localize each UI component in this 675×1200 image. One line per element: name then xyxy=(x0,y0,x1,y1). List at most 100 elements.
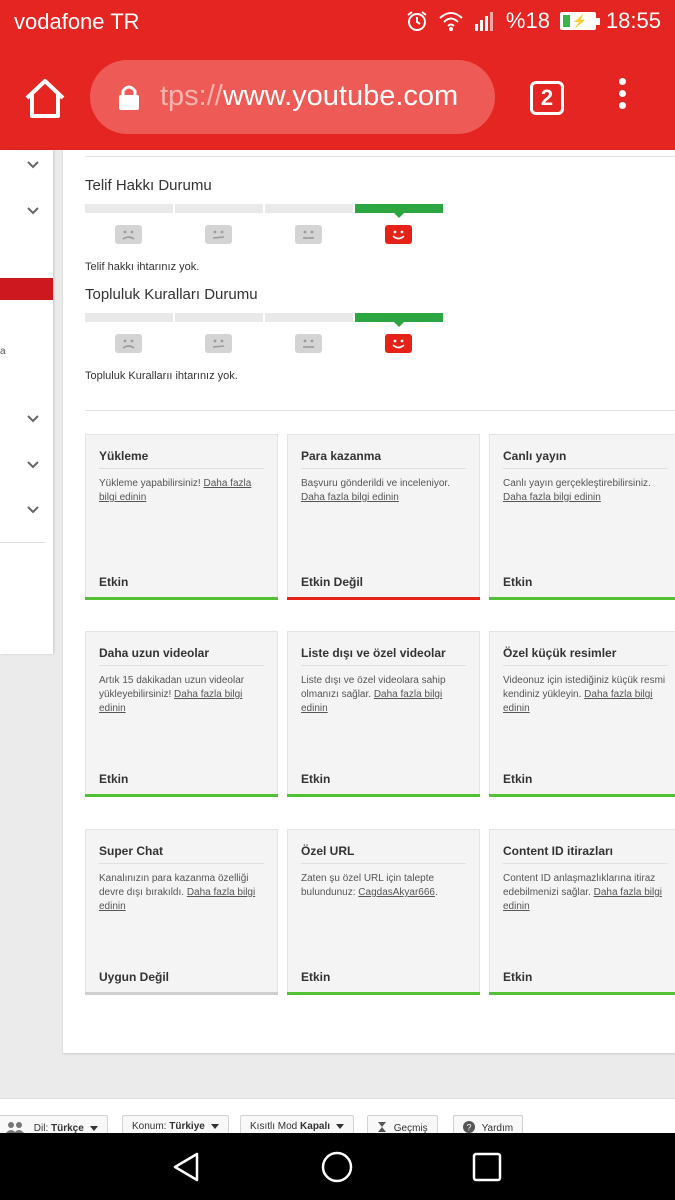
chevron-down-icon[interactable] xyxy=(26,160,40,170)
status-meter-segment xyxy=(175,204,263,213)
feature-description-text: Yükleme yapabilirsiniz! xyxy=(99,478,201,489)
feature-status-bar xyxy=(287,992,480,995)
feature-description: Liste dışı ve özel videolara sahip olman… xyxy=(301,674,469,716)
face-icon xyxy=(295,225,322,244)
learn-more-link[interactable]: Daha fazla bilgi edinin xyxy=(301,492,399,503)
status-bar: vodafone TR %18 ⚡ 18:55 xyxy=(0,0,675,48)
community-status-meter xyxy=(85,313,445,353)
sidebar: a xyxy=(0,150,53,654)
tab-switcher-button[interactable]: 2 xyxy=(530,81,564,115)
feature-status: Etkin xyxy=(301,772,331,786)
status-meter-segment xyxy=(265,204,353,213)
face-icon xyxy=(115,225,142,244)
feature-description-text: Canlı yayın gerçekleştirebilirsiniz. xyxy=(503,478,651,489)
feature-title: Yükleme xyxy=(99,449,149,463)
chevron-down-icon[interactable] xyxy=(26,505,40,515)
sidebar-divider xyxy=(0,542,45,543)
feature-status-bar xyxy=(85,992,278,995)
feature-card: Canlı yayın Canlı yayın gerçekleştirebili… xyxy=(489,434,675,600)
battery-percent: %18 xyxy=(505,8,550,33)
feature-card: Content ID itirazları Content ID anlaşmaz… xyxy=(489,829,675,995)
address-bar[interactable]: tps://www.youtube.com xyxy=(90,60,495,134)
divider xyxy=(503,665,668,666)
copyright-status-note: Telif hakkı ihtarınız yok. xyxy=(85,261,200,273)
feature-title: Para kazanma xyxy=(301,449,382,463)
feature-status-bar xyxy=(489,794,675,797)
sidebar-item-active[interactable] xyxy=(0,278,53,300)
feature-card: Yükleme Yükleme yapabilirsiniz! Daha fazl… xyxy=(85,434,278,600)
feature-status: Etkin Değil xyxy=(301,575,364,589)
channel-status-panel: Telif Hakkı Durumu Telif hakkı ihtarınız… xyxy=(63,150,675,1053)
browser-toolbar: tps://www.youtube.com 2 xyxy=(0,48,675,150)
feature-description: Yükleme yapabilirsiniz! Daha fazla bilgi… xyxy=(99,477,267,505)
copyright-status-title: Telif Hakkı Durumu xyxy=(85,177,212,194)
feature-description-suffix: . xyxy=(435,887,438,898)
face-icon xyxy=(385,334,412,353)
url-text[interactable]: tps://www.youtube.com xyxy=(160,80,458,113)
face-icon xyxy=(385,225,412,244)
wifi-icon xyxy=(439,12,463,31)
feature-status: Etkin xyxy=(99,575,129,589)
divider xyxy=(85,156,675,157)
feature-description: Canlı yayın gerçekleştirebilirsiniz. Dah… xyxy=(503,477,671,505)
feature-status: Etkin xyxy=(503,575,533,589)
hourglass-icon xyxy=(378,1122,386,1132)
home-nav-icon[interactable] xyxy=(320,1150,354,1184)
chevron-down-icon[interactable] xyxy=(26,460,40,470)
community-status-title: Topluluk Kuralları Durumu xyxy=(85,286,258,303)
recents-icon[interactable] xyxy=(470,1150,504,1184)
feature-title: Özel URL xyxy=(301,844,355,858)
carrier-name: vodafone TR xyxy=(14,9,140,34)
feature-description: Zaten şu özel URL için talepte bulundunu… xyxy=(301,872,469,900)
back-icon[interactable] xyxy=(170,1150,204,1184)
feature-status: Etkin xyxy=(503,970,533,984)
feature-title: Canlı yayın xyxy=(503,449,567,463)
feature-status-bar xyxy=(85,597,278,600)
divider xyxy=(301,665,466,666)
feature-description: Başvuru gönderildi ve inceleniyor. Daha … xyxy=(301,477,469,505)
url-host: www.youtube.com xyxy=(222,80,459,112)
feature-status: Etkin xyxy=(301,970,331,984)
feature-status-bar xyxy=(287,597,480,600)
alarm-icon xyxy=(407,11,427,31)
learn-more-link[interactable]: Daha fazla bilgi edinin xyxy=(503,492,601,503)
home-icon[interactable] xyxy=(22,76,68,122)
chevron-down-icon[interactable] xyxy=(26,206,40,216)
feature-card: Para kazanma Başvuru gönderildi ve incele… xyxy=(287,434,480,600)
community-status-note: Topluluk Kurallarıı ihtarınız yok. xyxy=(85,370,238,382)
feature-description: Content ID anlaşmazlıklarına itiraz edeb… xyxy=(503,872,671,914)
face-icon xyxy=(115,334,142,353)
svg-text:?: ? xyxy=(466,1123,471,1133)
divider xyxy=(99,665,264,666)
url-scheme: tps:// xyxy=(160,80,223,112)
footer: Dil: Türkçe Konum: Türkiye Kısıtlı Mod K… xyxy=(0,1098,675,1137)
feature-card: Super Chat Kanalınızın para kazanma özell… xyxy=(85,829,278,995)
sidebar-item-label: a xyxy=(0,346,6,357)
divider xyxy=(99,468,264,469)
status-meter-segment xyxy=(265,313,353,322)
chevron-down-icon[interactable] xyxy=(26,414,40,424)
feature-description-text: Başvuru gönderildi ve inceleniyor. xyxy=(301,478,450,489)
feature-status-bar xyxy=(85,794,278,797)
more-menu-icon[interactable] xyxy=(614,78,630,118)
status-meter-segment xyxy=(85,204,173,213)
status-meter-pointer xyxy=(393,212,405,218)
feature-description: Videonuz için istediğiniz küçük resmi ke… xyxy=(503,674,671,716)
feature-card: Özel URL Zaten şu özel URL için talepte b… xyxy=(287,829,480,995)
copyright-status-meter xyxy=(85,204,445,244)
feature-card: Özel küçük resimler Videonuz için istediğ… xyxy=(489,631,675,797)
feature-status: Uygun Değil xyxy=(99,970,170,984)
feature-status-bar xyxy=(287,794,480,797)
divider xyxy=(301,468,466,469)
feature-title: Super Chat xyxy=(99,844,164,858)
face-icon xyxy=(295,334,322,353)
status-meter-segment xyxy=(85,313,173,322)
battery-icon: ⚡ xyxy=(559,12,600,30)
feature-title: Daha uzun videolar xyxy=(99,646,210,660)
navigation-bar xyxy=(0,1133,675,1200)
feature-status: Etkin xyxy=(503,772,533,786)
feature-description: Kanalınızın para kazanma özelliği devre … xyxy=(99,872,267,914)
feature-status-bar xyxy=(489,992,675,995)
divider xyxy=(503,863,668,864)
learn-more-link[interactable]: CagdasAkyar666 xyxy=(358,887,435,898)
